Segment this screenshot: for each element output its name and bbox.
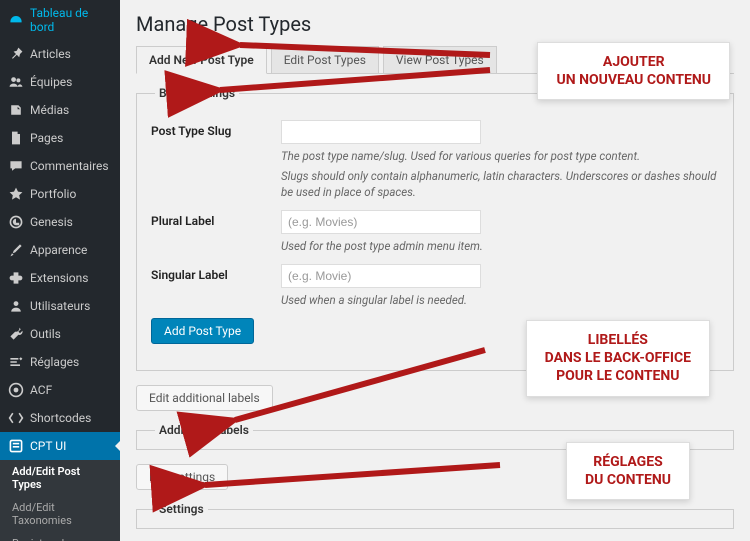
label-slug: Post Type Slug	[151, 120, 281, 200]
sidebar-label: Utilisateurs	[30, 299, 90, 313]
sidebar-item-commentaires[interactable]: Commentaires	[0, 152, 120, 180]
sidebar-label: Articles	[30, 47, 71, 61]
star-icon	[8, 186, 24, 202]
sidebar-item-utilisateurs[interactable]: Utilisateurs	[0, 292, 120, 320]
sidebar-label: Commentaires	[30, 159, 109, 173]
main-content: Manage Post Types Add New Post Type Edit…	[120, 0, 750, 541]
user-icon	[8, 298, 24, 314]
brush-icon	[8, 242, 24, 258]
cpt-icon	[8, 438, 24, 454]
sidebar-item-genesis[interactable]: Genesis	[0, 208, 120, 236]
sidebar-label: Shortcodes	[30, 411, 91, 425]
desc-slug-2: Slugs should only contain alphanumeric, …	[281, 168, 719, 200]
sidebar-label: Genesis	[30, 215, 73, 229]
input-plural[interactable]	[281, 210, 481, 234]
sidebar-item-portfolio[interactable]: Portfolio	[0, 180, 120, 208]
tab-add-new[interactable]: Add New Post Type	[136, 46, 267, 74]
sidebar-label: Tableau de bord	[30, 6, 112, 34]
label-singular: Singular Label	[151, 264, 281, 308]
sidebar-item-cptui[interactable]: CPT UI	[0, 432, 120, 460]
sidebar-label: Extensions	[30, 271, 88, 285]
section-settings: Settings	[136, 502, 734, 529]
sidebar-label: Portfolio	[30, 187, 76, 201]
callout-labels: LIBELLÉS DANS LE BACK-OFFICE POUR LE CON…	[526, 320, 710, 397]
sidebar-item-apparence[interactable]: Apparence	[0, 236, 120, 264]
acf-icon	[8, 382, 24, 398]
legend-additional: Additional labels	[155, 423, 253, 437]
sidebar-label: ACF	[30, 383, 52, 397]
desc-singular: Used when a singular label is needed.	[281, 292, 719, 308]
edit-additional-labels-button[interactable]: Edit additional labels	[136, 385, 273, 411]
plugin-icon	[8, 270, 24, 286]
legend-basic: Basic settings	[155, 86, 239, 100]
sidebar-item-shortcodes[interactable]: Shortcodes	[0, 404, 120, 432]
sidebar-label: Apparence	[30, 243, 87, 257]
sidebar-item-medias[interactable]: Médias	[0, 96, 120, 124]
desc-slug-1: The post type name/slug. Used for variou…	[281, 148, 719, 164]
pin-icon	[8, 46, 24, 62]
sidebar-item-pages[interactable]: Pages	[0, 124, 120, 152]
users-icon	[8, 74, 24, 90]
legend-settings: Settings	[155, 502, 208, 516]
sidebar-label: Outils	[30, 327, 61, 341]
sidebar-item-reglages[interactable]: Réglages	[0, 348, 120, 376]
input-singular[interactable]	[281, 264, 481, 288]
submenu-add-edit-post-types[interactable]: Add/Edit Post Types	[0, 460, 120, 496]
dashboard-icon	[8, 12, 24, 28]
callout-add-new: AJOUTER UN NOUVEAU CONTENU	[537, 42, 730, 100]
tools-icon	[8, 326, 24, 342]
sidebar-item-outils[interactable]: Outils	[0, 320, 120, 348]
genesis-icon	[8, 214, 24, 230]
desc-plural: Used for the post type admin menu item.	[281, 238, 719, 254]
sidebar-label: Médias	[30, 103, 69, 117]
comment-icon	[8, 158, 24, 174]
tab-view[interactable]: View Post Types	[383, 46, 497, 73]
add-post-type-button[interactable]: Add Post Type	[151, 318, 254, 344]
sidebar-submenu: Add/Edit Post Types Add/Edit Taxonomies …	[0, 460, 120, 541]
page-icon	[8, 130, 24, 146]
submenu-registered-types[interactable]: Registered Types/Taxes	[0, 532, 120, 541]
label-plural: Plural Label	[151, 210, 281, 254]
sidebar-label: Réglages	[30, 355, 79, 369]
sidebar-item-articles[interactable]: Articles	[0, 40, 120, 68]
sidebar-label: Pages	[30, 131, 63, 145]
submenu-add-edit-taxonomies[interactable]: Add/Edit Taxonomies	[0, 496, 120, 532]
page-title: Manage Post Types	[136, 12, 734, 36]
tab-edit[interactable]: Edit Post Types	[271, 46, 379, 73]
admin-sidebar: Tableau de bord Articles Équipes Médias …	[0, 0, 120, 541]
code-icon	[8, 410, 24, 426]
input-slug[interactable]	[281, 120, 481, 144]
settings-icon	[8, 354, 24, 370]
media-icon	[8, 102, 24, 118]
callout-settings: RÉGLAGES DU CONTENU	[566, 442, 690, 500]
sidebar-label: Équipes	[30, 75, 72, 89]
sidebar-item-extensions[interactable]: Extensions	[0, 264, 120, 292]
sidebar-item-dashboard[interactable]: Tableau de bord	[0, 0, 120, 40]
sidebar-label: CPT UI	[30, 439, 66, 453]
sidebar-item-acf[interactable]: ACF	[0, 376, 120, 404]
edit-settings-button[interactable]: Edit settings	[136, 464, 228, 490]
sidebar-item-equipes[interactable]: Équipes	[0, 68, 120, 96]
